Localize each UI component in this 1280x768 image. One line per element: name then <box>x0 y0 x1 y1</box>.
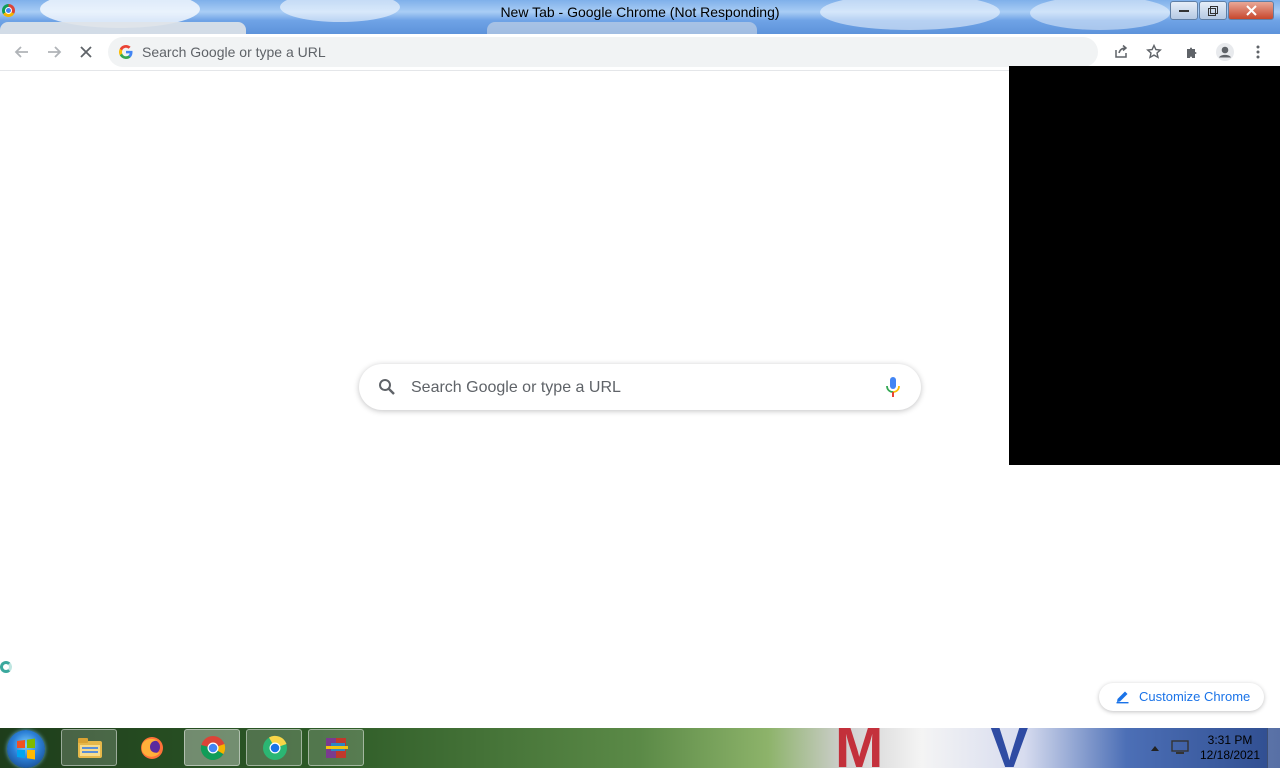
system-tray: 3:31 PM 12/18/2021 <box>1145 728 1280 768</box>
tab-strip-ghost[interactable] <box>487 22 757 34</box>
restore-icon <box>1208 5 1218 16</box>
ntp-search-placeholder: Search Google or type a URL <box>411 379 621 396</box>
google-g-icon <box>119 45 133 59</box>
taskbar-explorer-button[interactable] <box>61 729 117 766</box>
windows-logo-icon <box>17 738 35 760</box>
window-title: New Tab - Google Chrome (Not Responding) <box>500 4 780 20</box>
taskbar-chrome-canary-button[interactable] <box>246 729 302 766</box>
close-icon <box>1245 5 1257 16</box>
minimize-icon <box>1179 9 1189 12</box>
extensions-puzzle-icon <box>1187 47 1197 58</box>
firefox-icon <box>141 737 163 759</box>
winrar-icon <box>326 738 348 758</box>
restore-button[interactable] <box>1199 1 1227 20</box>
taskbar-winrar-button[interactable] <box>308 729 364 766</box>
wallpaper-decoration: V <box>990 728 1029 768</box>
tray-expand-icon[interactable] <box>1150 744 1160 752</box>
extensions-button[interactable] <box>1181 40 1205 64</box>
omnibox-placeholder: Search Google or type a URL <box>142 44 326 60</box>
customize-chrome-label: Customize Chrome <box>1139 689 1251 704</box>
windows-taskbar: M V 3:31 PM 12/18/2021 <box>0 728 1280 768</box>
bookmark-button[interactable] <box>1142 40 1166 64</box>
forward-button[interactable] <box>42 40 66 64</box>
stop-x-icon <box>80 46 92 58</box>
show-desktop-button[interactable] <box>1267 728 1280 768</box>
menu-kebab-icon <box>1256 45 1260 59</box>
taskbar-chrome-button[interactable] <box>184 729 240 766</box>
back-button[interactable] <box>10 40 34 64</box>
start-button[interactable] <box>7 730 45 768</box>
minimize-button[interactable] <box>1170 1 1198 20</box>
unrendered-overlay-panel <box>1009 66 1280 465</box>
chrome-canary-icon <box>263 735 287 760</box>
window-controls <box>1170 1 1274 20</box>
loading-spinner <box>0 661 12 673</box>
network-icon[interactable] <box>1171 740 1189 756</box>
ntp-search-box[interactable]: Search Google or type a URL <box>359 364 921 410</box>
bookmark-star-icon <box>1146 44 1162 59</box>
customize-chrome-button[interactable]: Customize Chrome <box>1099 683 1264 711</box>
share-button[interactable] <box>1109 40 1133 64</box>
window-title-bar[interactable]: New Tab - Google Chrome (Not Responding) <box>0 0 1280 34</box>
microphone-icon[interactable] <box>885 376 901 398</box>
close-button[interactable] <box>1228 1 1274 20</box>
search-icon <box>379 379 395 395</box>
omnibox[interactable]: Search Google or type a URL <box>108 37 1098 67</box>
taskbar-firefox-button[interactable] <box>123 729 179 766</box>
clock-date: 12/18/2021 <box>1199 748 1261 762</box>
pencil-icon <box>1116 691 1129 704</box>
clock-time: 3:31 PM <box>1207 733 1253 747</box>
chrome-icon <box>200 736 226 761</box>
profile-icon <box>1216 43 1234 61</box>
tab-strip-ghost[interactable] <box>0 22 246 34</box>
menu-button[interactable] <box>1246 40 1270 64</box>
share-icon <box>1115 44 1128 58</box>
taskbar-clock[interactable]: 3:31 PM 12/18/2021 <box>1195 733 1265 763</box>
stop-button[interactable] <box>74 40 98 64</box>
wallpaper-decoration: M <box>835 728 883 768</box>
back-arrow-icon <box>14 46 28 58</box>
profile-button[interactable] <box>1213 40 1237 64</box>
forward-arrow-icon <box>48 46 62 58</box>
windows-explorer-icon <box>78 738 102 758</box>
